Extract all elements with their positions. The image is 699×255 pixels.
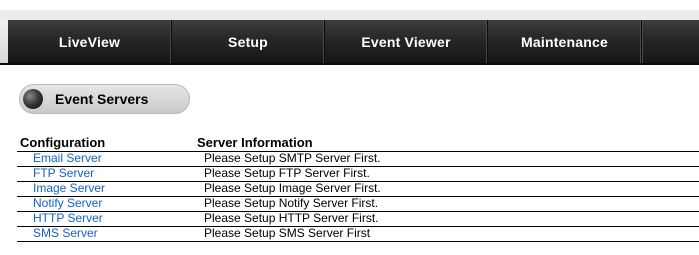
nav-event-viewer[interactable]: Event Viewer bbox=[325, 20, 488, 63]
table-row: Image Server Please Setup Image Server F… bbox=[17, 181, 699, 197]
http-server-link[interactable]: HTTP Server bbox=[33, 211, 103, 225]
table-header-row: Configuration Server Information bbox=[17, 135, 699, 152]
server-info: Please Setup HTTP Server First. bbox=[194, 211, 699, 227]
server-info: Please Setup Notify Server First. bbox=[194, 196, 699, 212]
table-row: SMS Server Please Setup SMS Server First bbox=[17, 226, 699, 242]
server-info: Please Setup SMS Server First bbox=[194, 226, 699, 242]
navbar-left-edge bbox=[0, 20, 8, 63]
server-cell: Notify Server bbox=[17, 196, 194, 212]
column-header-configuration: Configuration bbox=[17, 135, 194, 152]
ftp-server-link[interactable]: FTP Server bbox=[33, 166, 94, 180]
table-row: Notify Server Please Setup Notify Server… bbox=[17, 196, 699, 212]
event-servers-table: Configuration Server Information Email S… bbox=[17, 135, 699, 242]
image-server-link[interactable]: Image Server bbox=[33, 181, 105, 195]
server-info: Please Setup Image Server First. bbox=[194, 181, 699, 197]
sms-server-link[interactable]: SMS Server bbox=[33, 226, 98, 240]
top-gap bbox=[0, 10, 699, 20]
server-cell: Email Server bbox=[17, 151, 194, 167]
server-cell: FTP Server bbox=[17, 166, 194, 182]
email-server-link[interactable]: Email Server bbox=[33, 151, 102, 165]
nav-maintenance[interactable]: Maintenance bbox=[488, 20, 642, 63]
bullet-ball-icon bbox=[23, 89, 43, 109]
column-header-server-information: Server Information bbox=[194, 135, 699, 152]
table-row: Email Server Please Setup SMTP Server Fi… bbox=[17, 151, 699, 167]
server-cell: Image Server bbox=[17, 181, 194, 197]
notify-server-link[interactable]: Notify Server bbox=[33, 196, 102, 210]
top-strip bbox=[0, 0, 699, 10]
server-cell: HTTP Server bbox=[17, 211, 194, 227]
main-navbar: LiveView Setup Event Viewer Maintenance bbox=[0, 20, 699, 65]
navbar-filler bbox=[642, 20, 699, 63]
section-title: Event Servers bbox=[55, 91, 149, 107]
section-header: Event Servers bbox=[19, 84, 190, 114]
nav-liveview[interactable]: LiveView bbox=[8, 20, 172, 63]
server-info: Please Setup SMTP Server First. bbox=[194, 151, 699, 167]
table-row: FTP Server Please Setup FTP Server First… bbox=[17, 166, 699, 182]
server-cell: SMS Server bbox=[17, 226, 194, 242]
table-row: HTTP Server Please Setup HTTP Server Fir… bbox=[17, 211, 699, 227]
nav-setup[interactable]: Setup bbox=[172, 20, 325, 63]
server-info: Please Setup FTP Server First. bbox=[194, 166, 699, 182]
